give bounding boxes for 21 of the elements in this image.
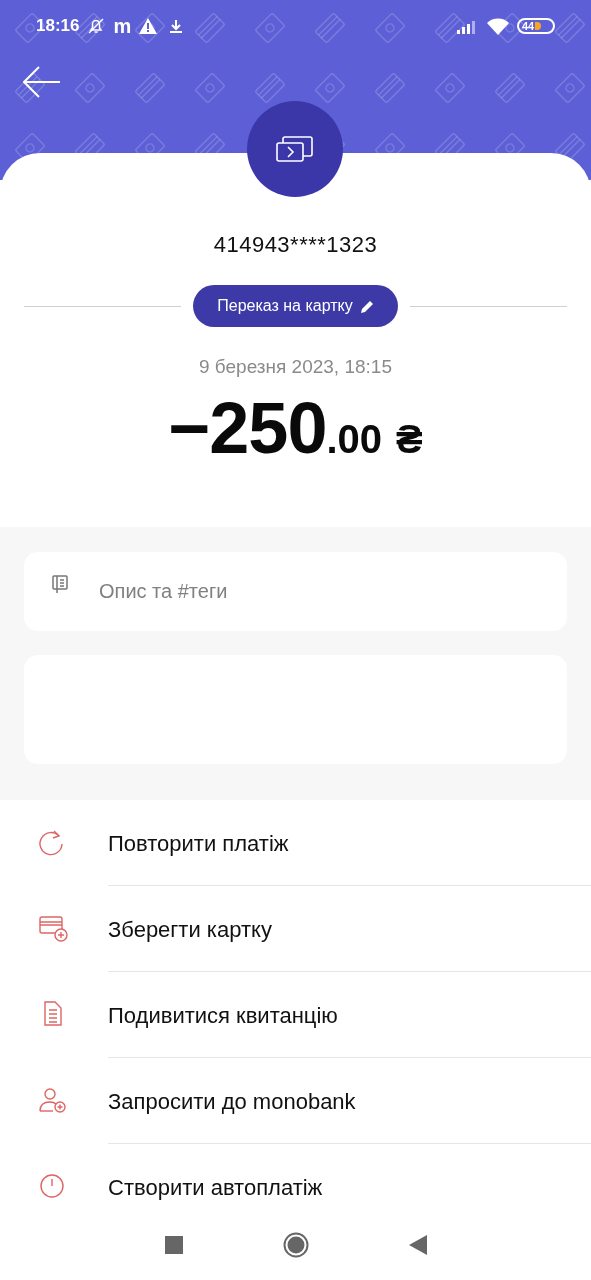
notebook-icon bbox=[52, 575, 68, 594]
card-number: 414943****1323 bbox=[213, 231, 378, 259]
description-field[interactable]: Опис та #теги bbox=[24, 552, 567, 631]
card-plus-icon bbox=[37, 913, 69, 945]
status-time: 18:16 bbox=[36, 15, 80, 38]
pencil-icon bbox=[360, 299, 374, 313]
warning-icon bbox=[139, 18, 158, 34]
card-transfer-icon bbox=[276, 134, 314, 164]
transaction-amount: −250.00 ₴ bbox=[168, 391, 423, 464]
transaction-date: 9 березня 2023, 18:15 bbox=[199, 355, 392, 379]
download-icon bbox=[169, 18, 184, 34]
wifi-icon bbox=[487, 17, 509, 35]
battery-indicator: 44 bbox=[517, 18, 555, 34]
bell-off-icon bbox=[87, 17, 106, 35]
recents-button[interactable] bbox=[164, 1236, 183, 1254]
notification-icon: m bbox=[113, 16, 132, 36]
back-nav-button[interactable] bbox=[408, 1235, 427, 1255]
back-button[interactable] bbox=[22, 64, 62, 100]
home-button[interactable] bbox=[282, 1232, 309, 1258]
back-arrow-icon bbox=[23, 66, 61, 98]
category-chip[interactable]: Переказ на картку bbox=[193, 285, 398, 327]
